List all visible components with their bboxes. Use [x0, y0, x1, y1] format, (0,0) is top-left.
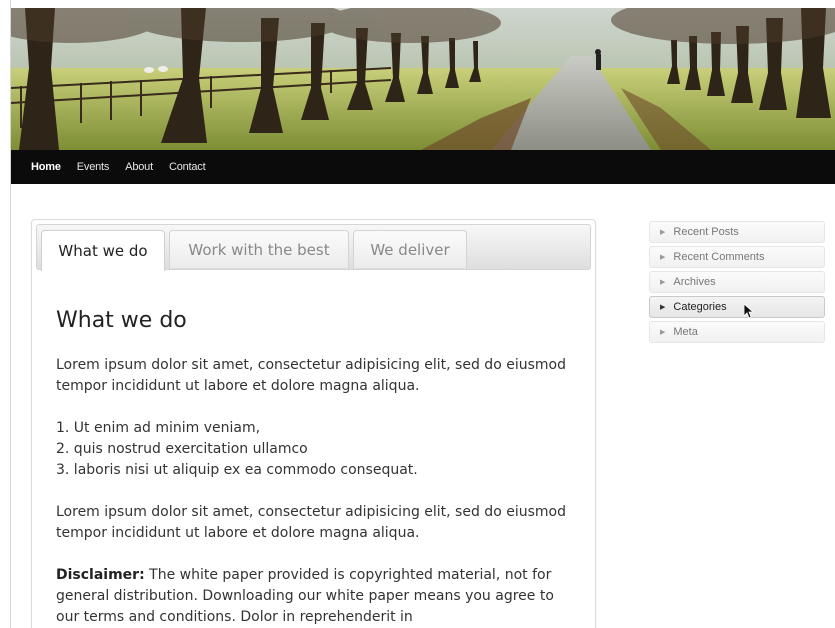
triangle-right-icon: ▶ [660, 229, 666, 236]
tab-bar: What we do Work with the best We deliver [36, 224, 591, 271]
nav-events-link[interactable]: Events [77, 161, 110, 173]
sidebar-widget-meta[interactable]: ▶ Meta [649, 321, 825, 343]
widget-label: Recent Posts [673, 226, 739, 238]
mouse-pointer-icon [744, 304, 754, 319]
content-ordered-list: 1. Ut enim ad minim veniam, 2. quis nost… [56, 418, 576, 481]
list-item: 1. Ut enim ad minim veniam, [56, 420, 261, 436]
nav-about-link[interactable]: About [125, 161, 153, 173]
tabs-panel: What we do Work with the best We deliver… [31, 219, 596, 628]
disclaimer-paragraph: Disclaimer: The white paper provided is … [56, 565, 576, 628]
nav-contact-link[interactable]: Contact [169, 161, 206, 173]
sidebar-widget-recent-posts[interactable]: ▶ Recent Posts [649, 221, 825, 243]
content-paragraph-1: Lorem ipsum dolor sit amet, consectetur … [56, 357, 566, 394]
tab-work-with-the-best[interactable]: Work with the best [169, 230, 349, 268]
widget-label: Meta [673, 326, 698, 338]
tab-content: What we do Lorem ipsum dolor sit amet, c… [56, 308, 576, 628]
triangle-right-icon: ▶ [660, 304, 666, 311]
widget-label: Recent Comments [673, 251, 765, 263]
tab-what-we-do[interactable]: What we do [41, 230, 165, 271]
triangle-right-icon: ▶ [660, 329, 666, 336]
content-heading: What we do [56, 308, 187, 333]
header-banner-image [11, 8, 835, 150]
widget-label: Categories [673, 301, 727, 313]
disclaimer-label: Disclaimer: [56, 567, 145, 583]
triangle-right-icon: ▶ [660, 254, 666, 261]
list-item: 2. quis nostrud exercitation ullamco [56, 441, 308, 457]
content-paragraph-2: Lorem ipsum dolor sit amet, consectetur … [56, 504, 566, 541]
widget-label: Archives [673, 276, 716, 288]
main-nav-bar: Home Events About Contact [11, 150, 835, 184]
triangle-right-icon: ▶ [660, 279, 666, 286]
tab-we-deliver[interactable]: We deliver [353, 230, 467, 268]
list-item: 3. laboris nisi ut aliquip ex ea commodo… [56, 462, 418, 478]
sidebar-widget-categories[interactable]: ▶ Categories [649, 296, 825, 319]
nav-home-link[interactable]: Home [31, 161, 61, 173]
page-frame: Home Events About Contact What we do Wor… [10, 0, 835, 628]
sidebar-widget-recent-comments[interactable]: ▶ Recent Comments [649, 246, 825, 268]
sidebar-widget-archives[interactable]: ▶ Archives [649, 271, 825, 293]
sidebar: ▶ Recent Posts ▶ Recent Comments ▶ Archi… [649, 221, 825, 346]
